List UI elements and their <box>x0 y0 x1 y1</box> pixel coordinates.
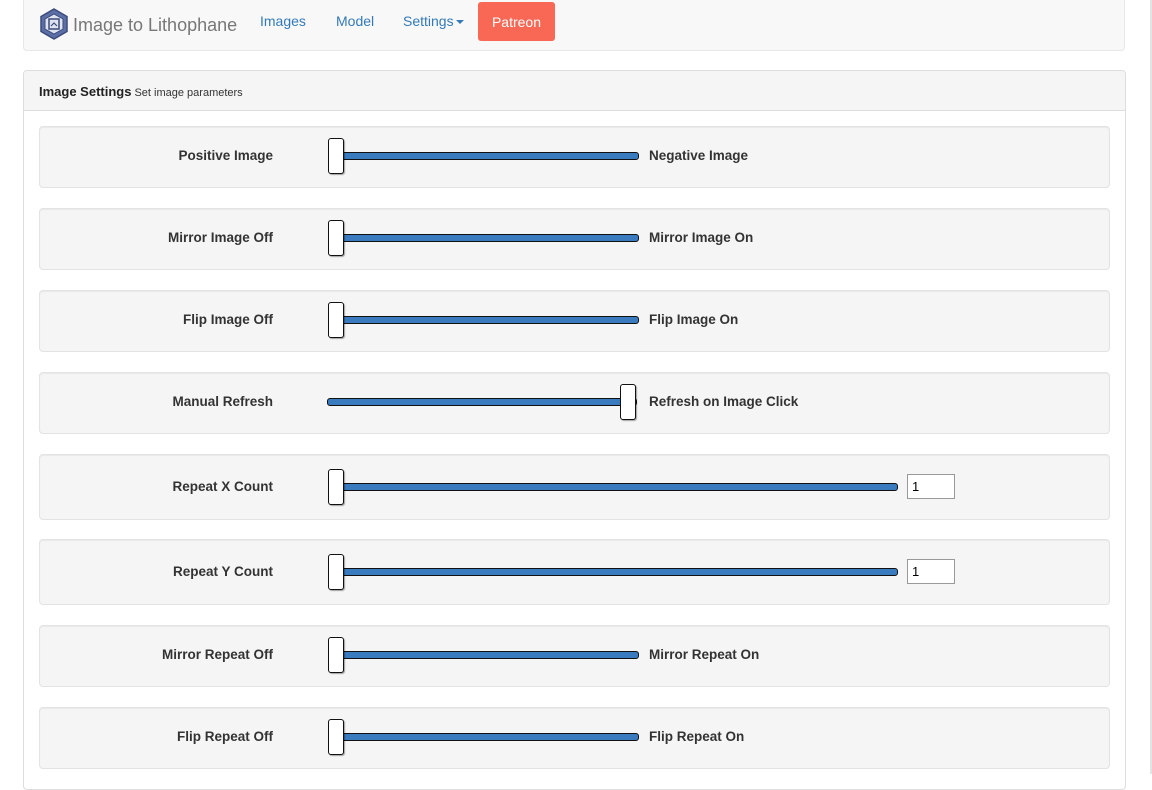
slider-right-label: Refresh on Image Click <box>649 394 799 409</box>
slider-thumb-mirror-image[interactable] <box>328 220 344 256</box>
caret-down-icon <box>455 20 464 25</box>
navbar: Image to Lithophane Images Model Setting… <box>23 0 1125 51</box>
nav-link-settings-label: Settings <box>403 13 454 29</box>
panel-heading: Image Settings Set image parameters <box>24 71 1125 111</box>
slider-right-label: Mirror Repeat On <box>649 647 760 662</box>
patreon-button[interactable]: Patreon <box>478 2 555 41</box>
setting-row-repeat-x: Repeat X Count <box>39 454 1110 520</box>
slider-right-label: Flip Repeat On <box>649 729 745 744</box>
panel-title-text: Image Settings <box>39 84 132 99</box>
setting-row-mirror-repeat: Mirror Repeat Off Mirror Repeat On <box>39 625 1110 687</box>
setting-row-positive-negative: Positive Image Negative Image <box>39 126 1110 188</box>
slider-thumb-flip-image[interactable] <box>328 302 344 338</box>
slider-track-repeat-x[interactable] <box>329 483 898 491</box>
slider-right-label: Flip Image On <box>649 312 739 327</box>
panel-title: Image Settings Set image parameters <box>39 84 243 99</box>
slider-right-label: Negative Image <box>649 148 749 163</box>
patreon-button-label: Patreon <box>491 13 542 30</box>
slider-left-label: Mirror Image Off <box>167 230 273 245</box>
slider-left-label: Repeat X Count <box>172 479 273 494</box>
slider-thumb-flip-repeat[interactable] <box>328 719 344 755</box>
repeat-x-input[interactable] <box>907 474 955 499</box>
slider-track-flip-image[interactable] <box>329 316 639 324</box>
slider-track-mirror-image[interactable] <box>329 234 639 242</box>
slider-track-mirror-repeat[interactable] <box>329 651 639 659</box>
slider-left-label: Manual Refresh <box>172 394 273 409</box>
nav-link-model[interactable]: Model <box>336 13 374 29</box>
slider-track-repeat-y[interactable] <box>329 568 898 576</box>
slider-left-label: Repeat Y Count <box>172 564 273 579</box>
setting-row-repeat-y: Repeat Y Count <box>39 539 1110 605</box>
nav-link-images[interactable]: Images <box>260 13 306 29</box>
slider-right-label: Mirror Image On <box>649 230 754 245</box>
lithophane-logo-icon[interactable] <box>39 8 69 40</box>
nav-dropdown-settings[interactable]: Settings <box>403 13 464 29</box>
slider-thumb-mirror-repeat[interactable] <box>328 637 344 673</box>
setting-row-refresh: Manual Refresh Refresh on Image Click <box>39 372 1110 434</box>
slider-track-positive-negative[interactable] <box>329 152 639 160</box>
slider-track-flip-repeat[interactable] <box>329 733 639 741</box>
slider-thumb-repeat-x[interactable] <box>328 469 344 505</box>
slider-thumb-repeat-y[interactable] <box>328 554 344 590</box>
slider-thumb-refresh[interactable] <box>620 384 636 420</box>
setting-row-flip-repeat: Flip Repeat Off Flip Repeat On <box>39 707 1110 769</box>
slider-thumb-positive-negative[interactable] <box>328 138 344 174</box>
slider-left-label: Flip Repeat Off <box>176 729 273 744</box>
brand-title[interactable]: Image to Lithophane <box>73 15 237 36</box>
slider-left-label: Positive Image <box>178 148 273 163</box>
slider-track-refresh[interactable] <box>327 398 637 406</box>
setting-row-mirror-image: Mirror Image Off Mirror Image On <box>39 208 1110 270</box>
repeat-y-input[interactable] <box>907 559 955 584</box>
setting-row-flip-image: Flip Image Off Flip Image On <box>39 290 1110 352</box>
panel-subtitle: Set image parameters <box>134 87 243 99</box>
slider-left-label: Mirror Repeat Off <box>161 647 273 662</box>
slider-left-label: Flip Image Off <box>182 312 273 327</box>
